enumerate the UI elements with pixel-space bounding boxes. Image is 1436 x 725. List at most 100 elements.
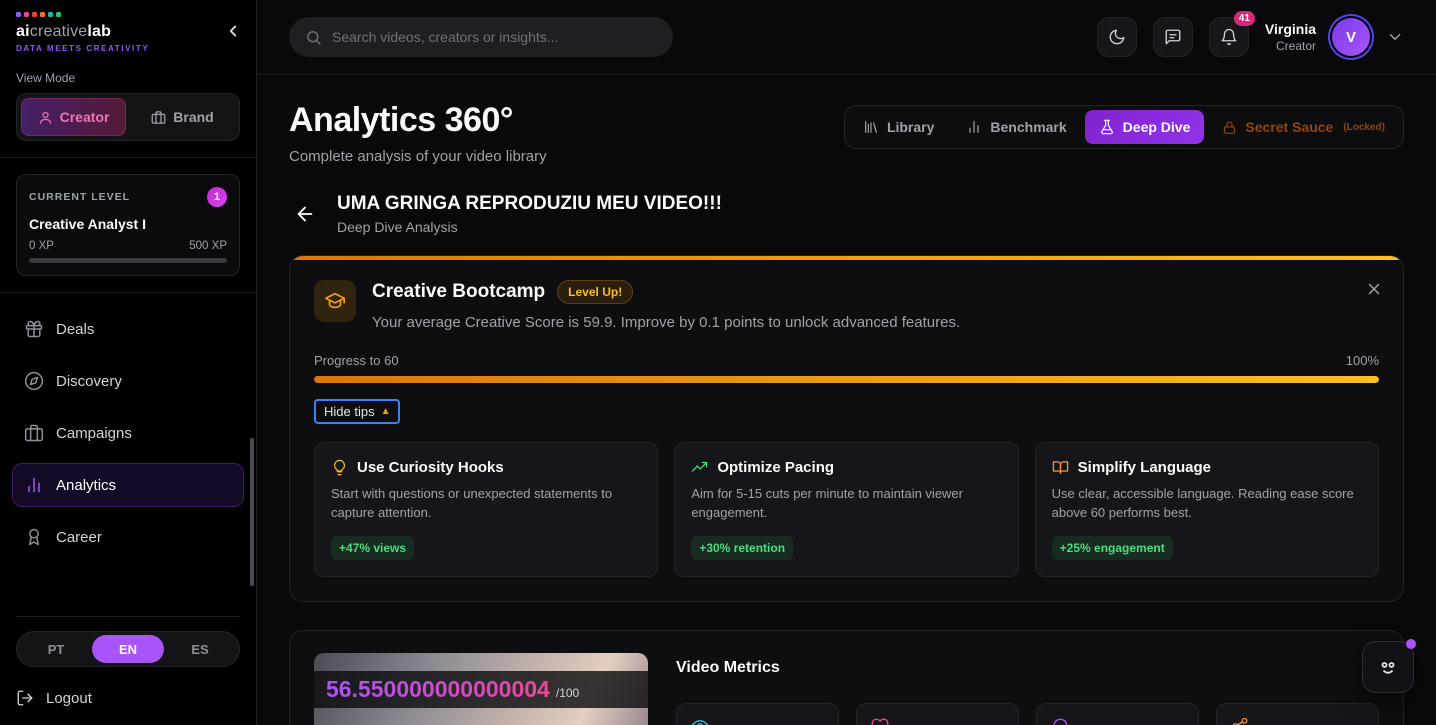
theme-toggle-button[interactable] xyxy=(1096,17,1137,57)
tip-description: Use clear, accessible language. Reading … xyxy=(1051,486,1354,520)
tip-description: Aim for 5-15 cuts per minute to maintain… xyxy=(691,486,963,520)
search-bar xyxy=(289,17,673,57)
lightbulb-icon xyxy=(333,459,346,476)
search-input[interactable] xyxy=(332,29,657,45)
app-logo: aicreativelab xyxy=(16,23,240,41)
logo-dot xyxy=(32,12,37,17)
view-mode-brand-button[interactable]: Brand xyxy=(130,98,235,136)
tip-title: Use Curiosity Hooks xyxy=(357,459,504,476)
video-header: UMA GRINGA REPRODUZIU MEU VIDEO!!! Deep … xyxy=(289,193,1404,235)
sidebar-item-analytics[interactable]: Analytics xyxy=(12,463,244,507)
book-open-icon xyxy=(1052,461,1068,474)
language-pt-button[interactable]: PT xyxy=(20,635,92,663)
library-icon xyxy=(865,121,877,133)
xp-current: 0 XP xyxy=(29,240,54,252)
creative-score-max: /100 xyxy=(555,685,580,700)
logo-dot xyxy=(24,12,29,17)
user-meta: Virginia Creator xyxy=(1265,21,1316,53)
view-mode-creator-button[interactable]: Creator xyxy=(21,98,126,136)
level-up-badge: Level Up! xyxy=(557,280,634,304)
page-header: Analytics 360° Complete analysis of your… xyxy=(289,101,1404,165)
tip-title: Simplify Language xyxy=(1077,459,1212,476)
sidebar-nav: Deals Discovery Campaigns Analytics Care… xyxy=(0,293,256,559)
sidebar-collapse-button[interactable] xyxy=(224,22,242,43)
user-role: Creator xyxy=(1275,39,1316,53)
feedback-icon xyxy=(1165,29,1181,45)
page-title-block: Analytics 360° Complete analysis of your… xyxy=(289,101,547,165)
heart-icon xyxy=(871,718,889,725)
logo-dot xyxy=(40,12,45,17)
tab-label: Deep Dive xyxy=(1122,119,1191,135)
locked-note: (Locked) xyxy=(1343,121,1385,133)
avatar-initial: V xyxy=(1345,28,1356,46)
app-root: aicreativelab DATA MEETS CREATIVITY View… xyxy=(0,0,1436,725)
bootcamp-description: Your average Creative Score is 59.9. Imp… xyxy=(372,314,961,331)
current-level-card: CURRENT LEVEL 1 Creative Analyst I 0 XP … xyxy=(16,174,240,276)
lock-icon xyxy=(1224,120,1236,134)
logo-dot xyxy=(56,12,61,17)
creative-score-overlay: 56.550000000000004 /100 xyxy=(314,670,648,708)
tip-description: Start with questions or unexpected state… xyxy=(331,486,613,520)
language-es-button[interactable]: ES xyxy=(164,635,236,663)
progress-label: Progress to 60 xyxy=(314,353,399,368)
tab-library[interactable]: Library xyxy=(849,110,948,144)
sidebar-item-label: Discovery xyxy=(56,372,122,390)
sidebar-item-campaigns[interactable]: Campaigns xyxy=(12,411,244,455)
bootcamp-close-button[interactable] xyxy=(1365,280,1383,301)
video-metrics-heading: Video Metrics xyxy=(676,658,780,676)
sidebar-footer: PT EN ES Logout xyxy=(0,616,256,725)
feedback-button[interactable] xyxy=(1152,17,1193,57)
tip-title: Optimize Pacing xyxy=(717,459,835,476)
sidebar-item-label: Deals xyxy=(56,320,95,338)
sidebar-item-career[interactable]: Career xyxy=(12,515,244,559)
career-icon xyxy=(29,528,39,546)
back-button[interactable] xyxy=(289,198,321,230)
tab-label: Secret Sauce xyxy=(1245,119,1334,135)
logo-dot xyxy=(48,12,53,17)
tip-stat-badge: +30% retention xyxy=(691,535,794,560)
logo-part-ai: ai xyxy=(16,23,30,40)
tab-benchmark[interactable]: Benchmark xyxy=(952,110,1080,144)
topbar: 41 Virginia Creator V xyxy=(257,0,1436,75)
view-mode-brand-label: Brand xyxy=(173,109,214,125)
user-menu-button[interactable] xyxy=(1386,28,1404,46)
video-title-block: UMA GRINGA REPRODUZIU MEU VIDEO!!! Deep … xyxy=(337,193,722,235)
analytics-tabs: Library Benchmark Deep Dive Secret Sauce… xyxy=(843,105,1404,149)
level-name: Creative Analyst I xyxy=(29,216,146,232)
language-en-button[interactable]: EN xyxy=(92,635,164,663)
metric-grid xyxy=(676,702,1379,725)
tip-card-optimize-pacing: Optimize Pacing Aim for 5-15 cuts per mi… xyxy=(674,442,1019,577)
chevron-left-icon xyxy=(229,25,237,37)
view-mode-label: View Mode xyxy=(16,71,76,85)
notifications-button[interactable]: 41 xyxy=(1208,11,1255,57)
arrow-left-icon xyxy=(297,206,313,222)
tab-deep-dive[interactable]: Deep Dive xyxy=(1084,110,1205,144)
creative-bootcamp-card: Creative Bootcamp Level Up! Your average… xyxy=(289,255,1404,602)
logout-button[interactable]: Logout xyxy=(16,689,92,707)
bootcamp-text-block: Creative Bootcamp Level Up! Your average… xyxy=(372,280,960,331)
avatar[interactable]: V xyxy=(1332,18,1370,56)
logo-tagline: DATA MEETS CREATIVITY xyxy=(16,44,150,53)
divider xyxy=(0,157,256,158)
topbar-actions: 41 Virginia Creator V xyxy=(1096,11,1404,57)
sidebar-item-discovery[interactable]: Discovery xyxy=(12,359,244,403)
progress-percent: 100% xyxy=(1345,353,1379,368)
campaigns-icon xyxy=(24,424,44,442)
sidebar-scrollbar[interactable] xyxy=(250,438,254,586)
sidebar: aicreativelab DATA MEETS CREATIVITY View… xyxy=(0,0,257,725)
sidebar-item-deals[interactable]: Deals xyxy=(12,307,244,351)
xp-progress-bar xyxy=(29,258,227,263)
analytics-icon xyxy=(28,477,40,493)
search-icon xyxy=(307,30,321,45)
main-content: Analytics 360° Complete analysis of your… xyxy=(257,75,1436,725)
assistant-button[interactable] xyxy=(1362,639,1416,693)
bootcamp-progress-labels: Progress to 60 100% xyxy=(314,353,1379,368)
logout-icon xyxy=(17,690,33,706)
chevron-up-icon: ▲ xyxy=(380,406,391,417)
level-number-badge: 1 xyxy=(207,187,227,207)
user-icon xyxy=(39,111,51,124)
tab-secret-sauce[interactable]: Secret Sauce (Locked) xyxy=(1208,110,1399,144)
logo-part-lab: lab xyxy=(87,23,112,40)
hide-tips-button[interactable]: Hide tips ▲ xyxy=(314,399,401,424)
bootcamp-title: Creative Bootcamp xyxy=(372,281,546,302)
